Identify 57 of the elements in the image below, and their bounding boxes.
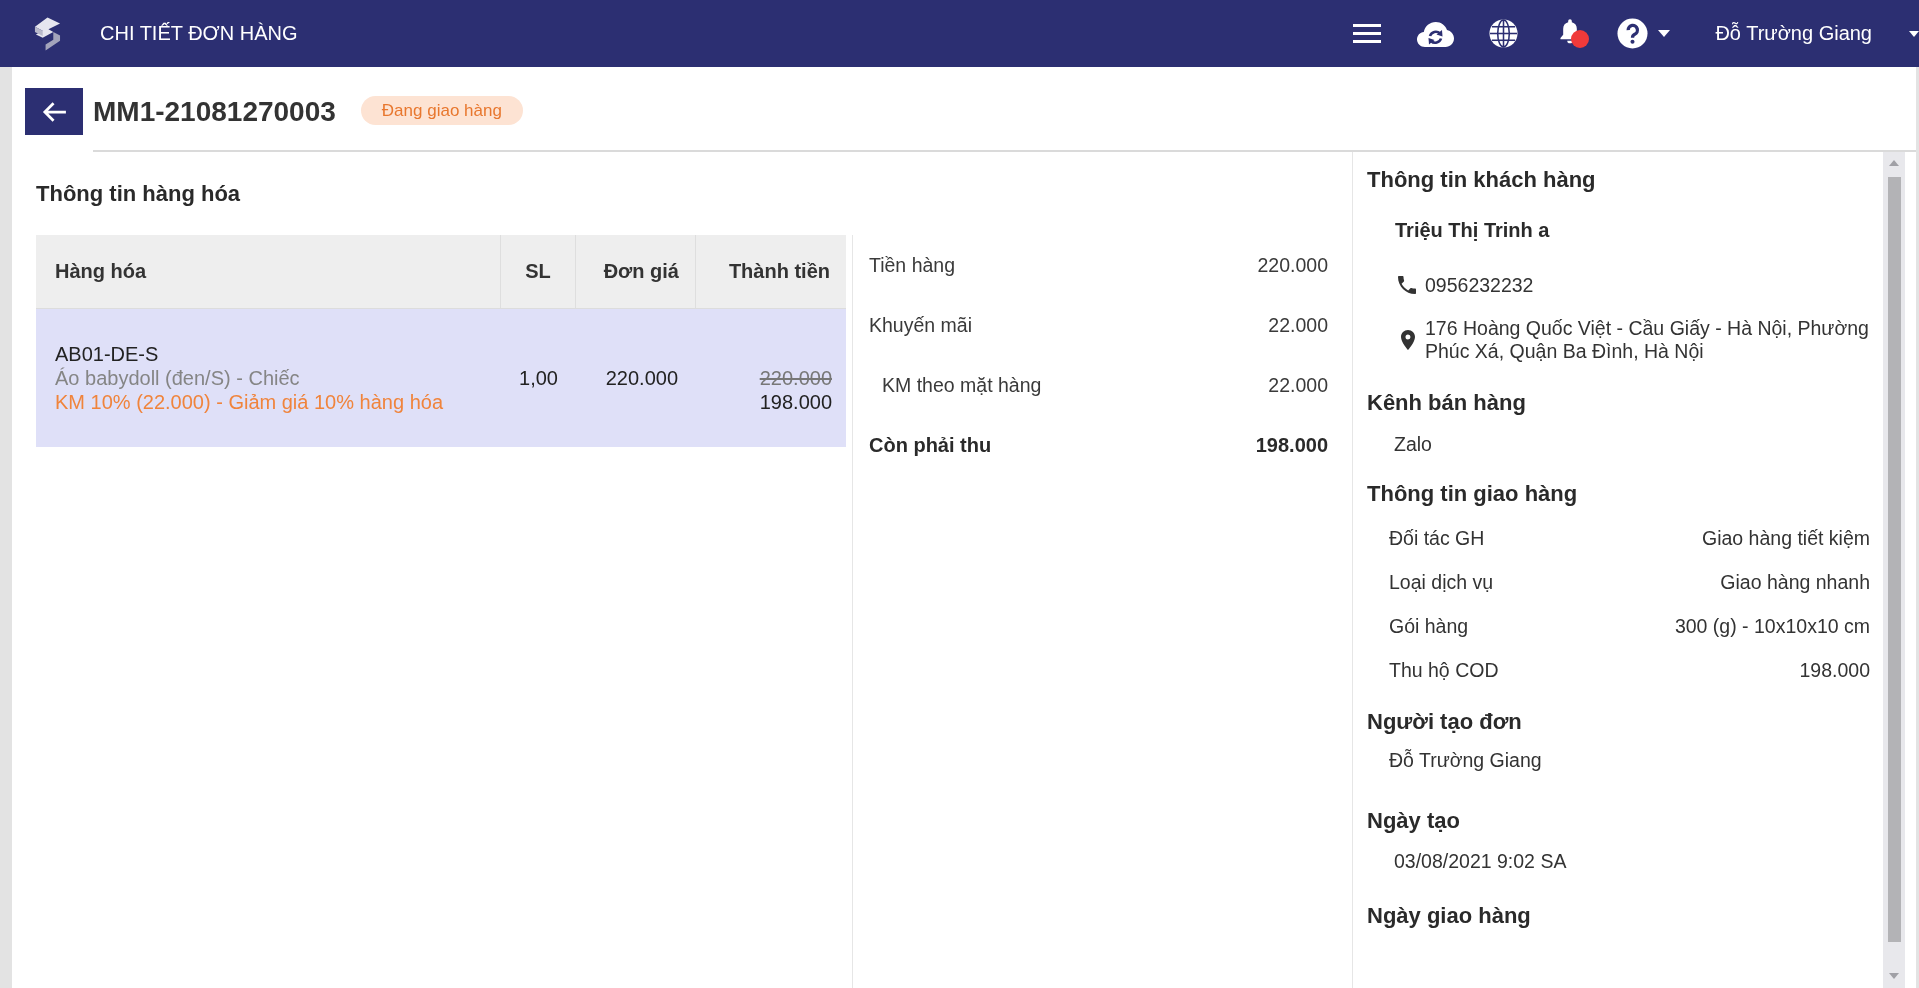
unit-price: 220.000 xyxy=(605,366,678,390)
section-title: Thông tin giao hàng xyxy=(1367,482,1579,506)
detail-label: Gói hàng xyxy=(1389,614,1469,638)
creator-name: Đỗ Trường Giang xyxy=(1389,748,1543,772)
original-total: 220.000 xyxy=(759,366,832,390)
phone-number: 0956232232 xyxy=(1425,273,1534,297)
promotion-text: KM 10% (22.000) - Giảm giá 10% hàng hóa xyxy=(55,390,443,414)
section-title: Thông tin hàng hóa xyxy=(36,182,242,206)
line-total: 198.000 xyxy=(759,390,832,414)
product-name: Áo babydoll (đen/S) - Chiếc xyxy=(55,366,300,390)
section-title: Thông tin khách hàng xyxy=(1367,168,1597,192)
menu-icon[interactable] xyxy=(1353,24,1382,43)
caret-icon[interactable] xyxy=(1658,30,1671,37)
section-title: Ngày tạo xyxy=(1367,809,1461,833)
detail-label: Đối tác GH xyxy=(1389,526,1485,550)
column-header: Thành tiền xyxy=(695,235,846,308)
order-code: MM1-21081270003 xyxy=(93,95,336,129)
created-date: 03/08/2021 9:02 SA xyxy=(1394,849,1568,873)
section-title: Người tạo đơn xyxy=(1367,710,1523,734)
column-header: Đơn giá xyxy=(575,235,695,308)
summary-value: 198.000 xyxy=(1255,433,1328,457)
column-header: SL xyxy=(500,235,575,308)
detail-value: 300 (g) - 10x10x10 cm xyxy=(1674,614,1870,638)
summary-label: KM theo mặt hàng xyxy=(882,373,1042,397)
detail-value: Giao hàng tiết kiệm xyxy=(1702,526,1870,550)
status-badge: Đang giao hàng xyxy=(360,96,523,125)
section-title: Ngày giao hàng xyxy=(1367,904,1532,928)
detail-label: Thu hộ COD xyxy=(1389,658,1499,682)
summary-label: Tiền hàng xyxy=(869,253,955,277)
page-title: CHI TIẾT ĐƠN HÀNG xyxy=(100,22,298,45)
sales-channel: Zalo xyxy=(1394,432,1433,456)
detail-value: 198.000 xyxy=(1799,658,1870,682)
phone-icon xyxy=(1398,276,1416,294)
cloud-sync-icon[interactable] xyxy=(1417,20,1455,47)
caret-icon[interactable] xyxy=(1909,30,1919,37)
globe-icon[interactable] xyxy=(1489,19,1519,48)
logo-icon xyxy=(34,16,61,51)
quantity: 1,00 xyxy=(519,366,558,390)
address: 176 Hoàng Quốc Việt - Cầu Giấy - Hà Nội, Phường Phúc Xá, Quận Ba Đình, Hà Nội xyxy=(1425,317,1870,363)
customer-name: Triệu Thị Trinh a xyxy=(1395,218,1551,242)
table-row[interactable]: AB01-DE-S Áo babydoll (đen/S) - Chiếc KM 10% (22.000) - Giảm giá 10% hàng hóa 1,00 220.000 220.000 198.000 xyxy=(36,309,846,447)
summary-value: 22.000 xyxy=(1268,373,1328,397)
user-name-button[interactable]: Đỗ Trường Giang xyxy=(1715,22,1872,45)
summary-value: 22.000 xyxy=(1268,313,1328,337)
help-icon[interactable] xyxy=(1617,18,1649,49)
detail-label: Loại dịch vụ xyxy=(1389,570,1494,594)
back-button[interactable] xyxy=(25,88,83,135)
map-pin-icon xyxy=(1401,330,1415,350)
summary-label: Còn phải thu xyxy=(869,433,992,457)
product-code: AB01-DE-S xyxy=(55,342,159,366)
summary-value: 220.000 xyxy=(1257,253,1328,277)
arrow-left-icon xyxy=(41,100,67,123)
summary-label: Khuyến mãi xyxy=(869,313,972,337)
column-header: Hàng hóa xyxy=(54,259,148,284)
detail-value: Giao hàng nhanh xyxy=(1720,570,1870,594)
scrollbar-thumb[interactable] xyxy=(1887,177,1901,942)
section-title: Kênh bán hàng xyxy=(1367,391,1527,415)
